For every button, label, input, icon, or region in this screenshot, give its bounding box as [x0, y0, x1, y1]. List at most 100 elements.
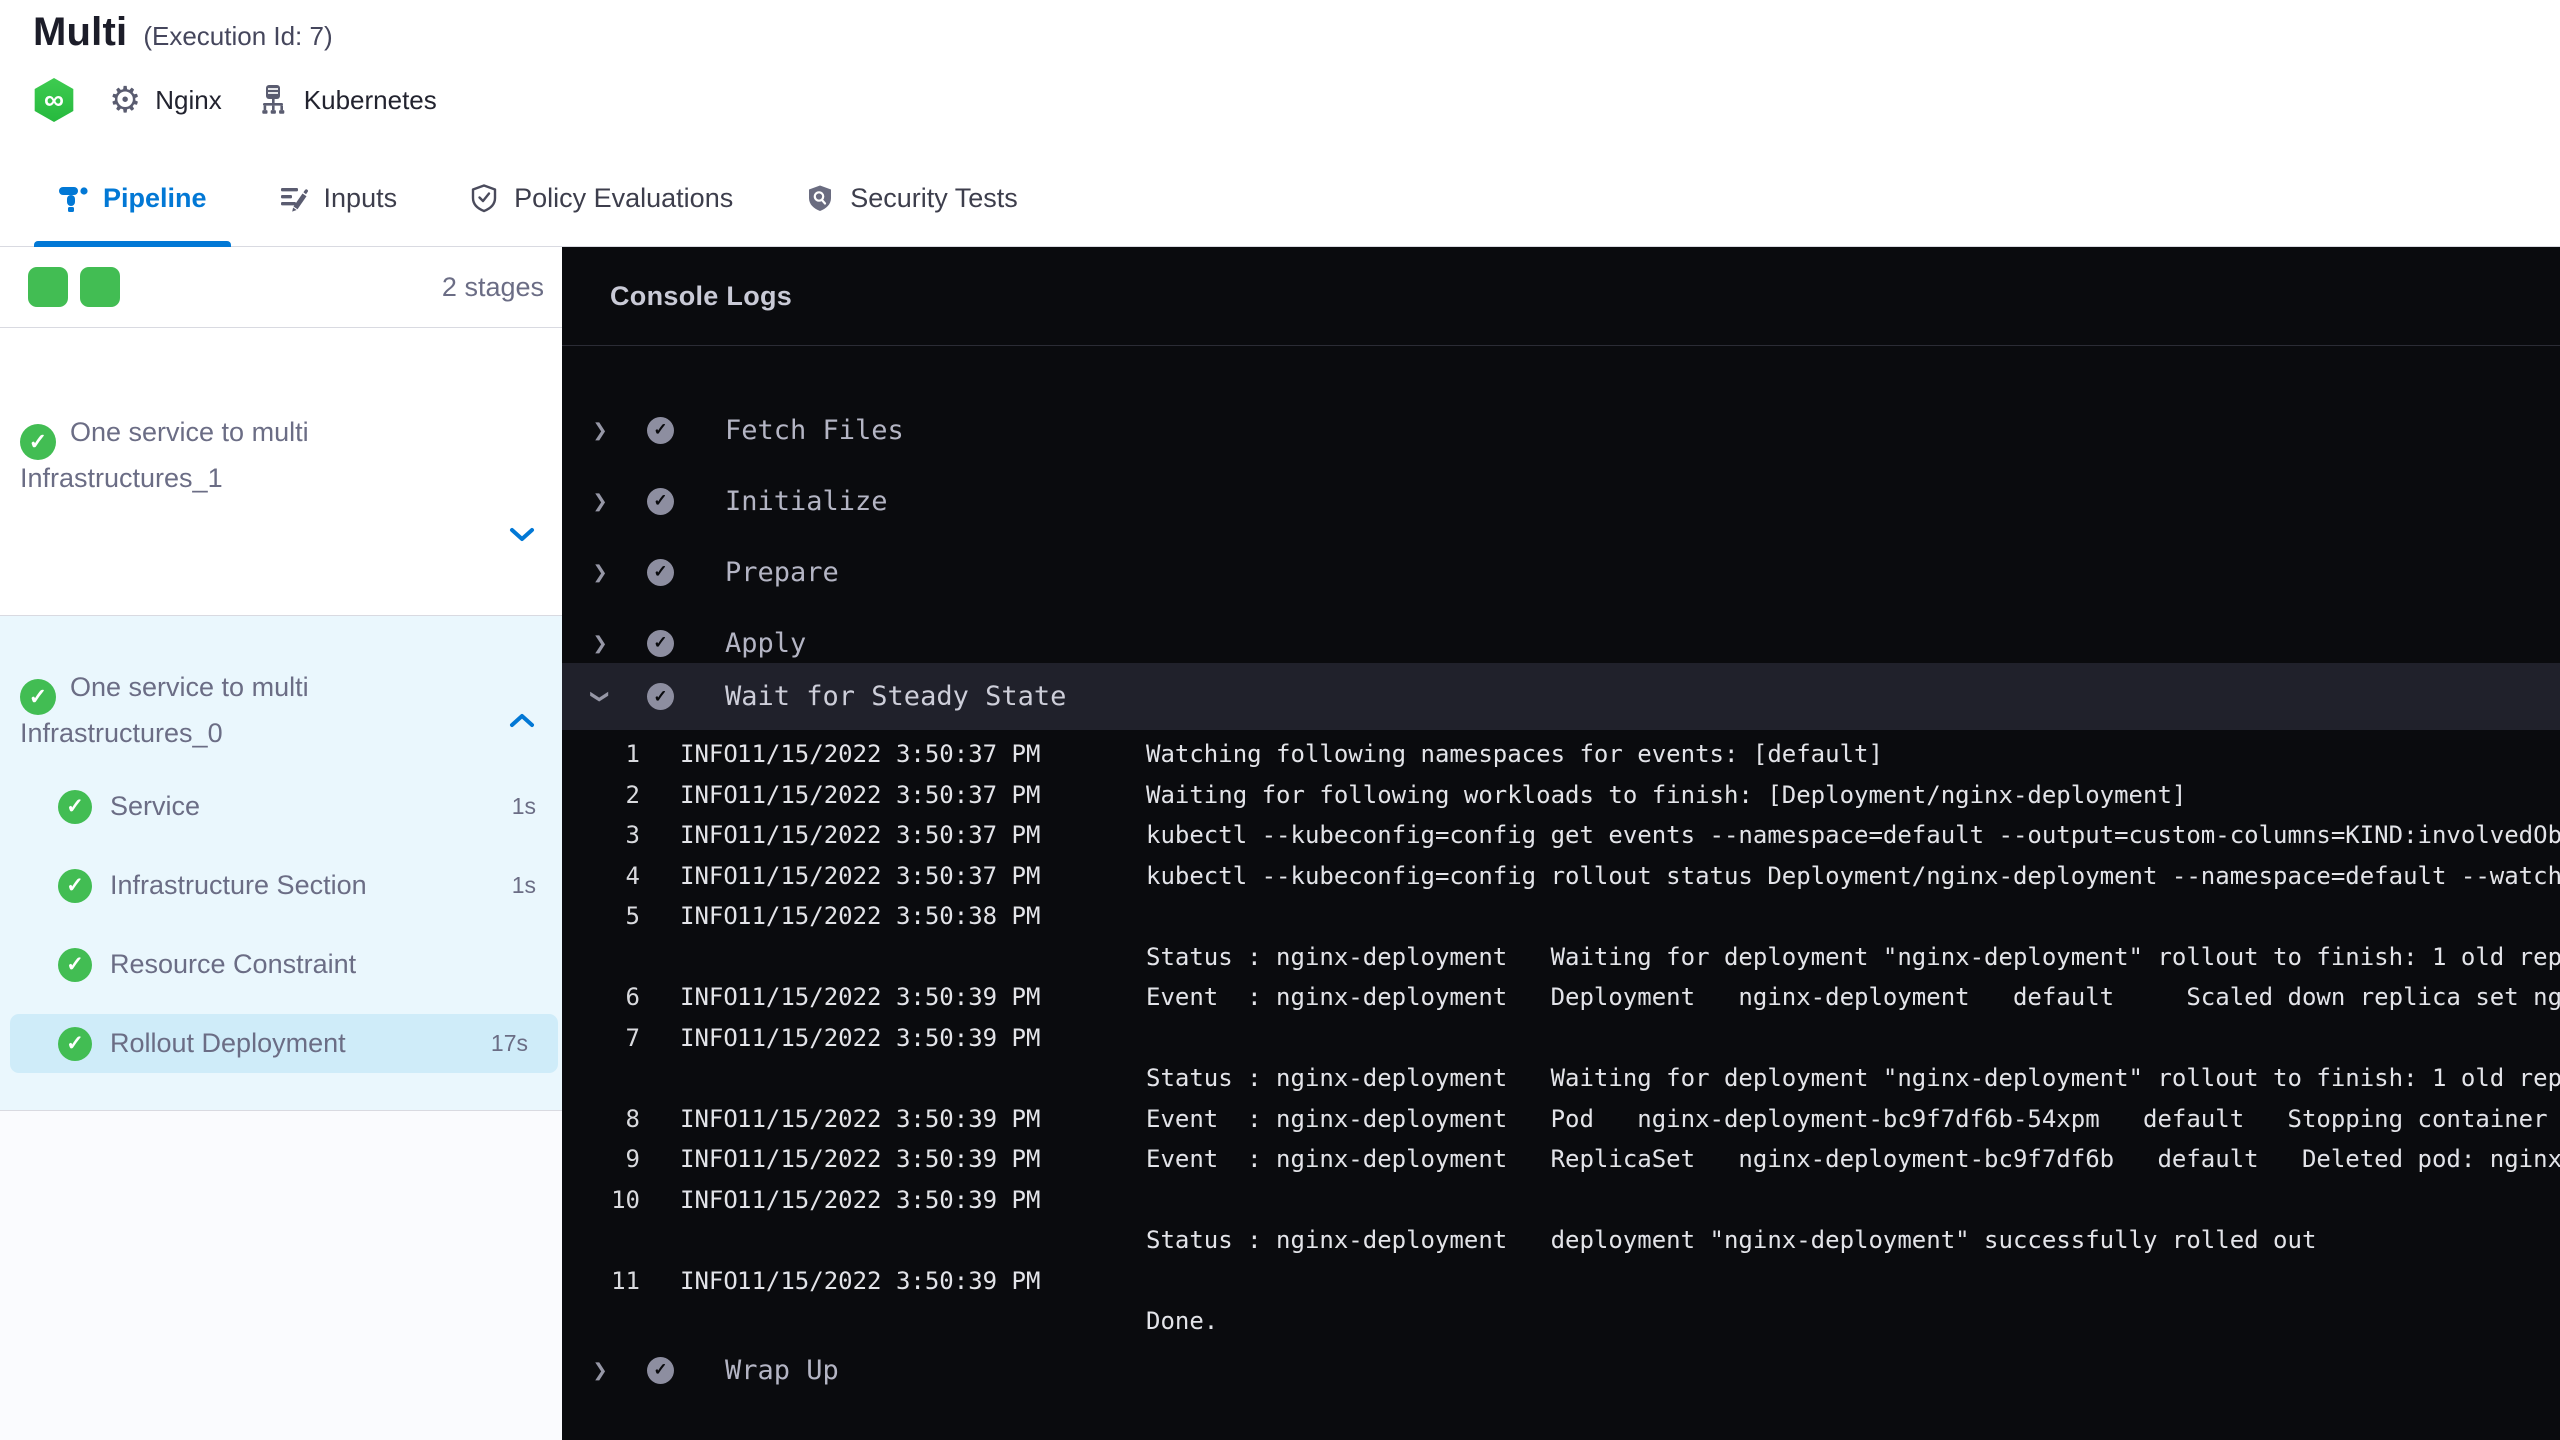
log-timestamp: 11/15/2022 3:50:37 PM — [737, 780, 1041, 809]
stage-count: 2 stages — [441, 271, 544, 302]
stage-name: ✓ One service to multi Infrastructures_1 — [20, 417, 309, 493]
log-line-number: 7 — [625, 1023, 640, 1052]
log-timestamp: 11/15/2022 3:50:37 PM — [737, 740, 1041, 768]
stage-section-infrastructures-0: ✓ One service to multi Infrastructures_0 … — [0, 616, 562, 1111]
policy-shield-icon — [471, 184, 497, 213]
stage-card-infrastructures-1[interactable]: ✓ One service to multi Infrastructures_1 — [0, 414, 562, 616]
page-header: Multi (Execution Id: 7) ∞ ⚙ Nginx Kubern… — [0, 0, 2560, 150]
harness-hexagon-icon: ∞ — [34, 78, 74, 122]
log-line: 10 INFO 11/15/2022 3:50:39 PM — [562, 1180, 2560, 1221]
log-level: INFO — [680, 1145, 738, 1173]
log-line-number: 10 — [611, 1185, 640, 1214]
stages-sidebar: 2 stages ✓ One service to multi Infrastru… — [0, 247, 562, 1440]
console-step-row[interactable]: ❯ ✓ Fetch Files — [562, 406, 2560, 454]
step-duration: 1s — [511, 872, 536, 898]
log-message: Watching following namespaces for events… — [1146, 740, 1883, 768]
log-message: Status : nginx-deployment Waiting for de… — [1146, 1064, 2560, 1092]
chevron-right-icon[interactable]: ❯ — [589, 562, 611, 583]
console-step-label: Initialize — [725, 485, 888, 517]
log-line-number: 3 — [625, 821, 640, 849]
environment-label: Kubernetes — [303, 84, 437, 115]
pipeline-step-row-content: ✓ Service 1s — [58, 789, 542, 824]
log-message: Done. — [1146, 1307, 1219, 1335]
pipeline-step-row[interactable]: ✓ Infrastructure Section 1s — [0, 846, 562, 925]
console-step-row[interactable]: ❯ ✓ Initialize — [562, 477, 2560, 525]
pipeline-meta-row: ∞ ⚙ Nginx Kubernetes — [33, 78, 437, 122]
chevron-right-icon[interactable]: ❯ — [589, 633, 611, 654]
pipeline-step-row[interactable]: ✓ Rollout Deployment 17s — [0, 1004, 562, 1083]
inputs-icon — [280, 188, 308, 212]
log-line: 6 INFO 11/15/2022 3:50:39 PM Event : nginx-… — [562, 977, 2560, 1018]
log-line-number: 1 — [625, 740, 640, 768]
infinity-glyph: ∞ — [44, 84, 64, 115]
log-message: Status : nginx-deployment deployment "ng… — [1146, 1226, 2317, 1254]
chevron-down-icon[interactable]: ❯ — [590, 686, 611, 708]
success-check-icon: ✓ — [20, 679, 56, 715]
log-line: 4 INFO 11/15/2022 3:50:37 PM kubectl --kube… — [562, 856, 2560, 897]
success-check-icon: ✓ — [58, 789, 92, 824]
log-level: INFO — [680, 740, 738, 768]
success-check-icon: ✓ — [58, 947, 92, 982]
service-label: Nginx — [155, 84, 222, 115]
console-panel: ❯ ✓ Fetch Files ❯ ✓ Initialize ❯ ✓ Prepare ❯ ✓ Appl… — [562, 247, 2560, 1440]
log-timestamp: 11/15/2022 3:50:38 PM — [737, 902, 1041, 930]
step-success-icon: ✓ — [647, 683, 674, 710]
stage-steps-list: ✓ Service 1s ✓ Infrastructure Section 1s ✓ Reso… — [0, 767, 562, 1083]
console-step-label: Apply — [725, 627, 807, 659]
stage-status-square — [80, 267, 120, 307]
log-level: INFO — [680, 861, 738, 890]
sidebar-empty-area — [0, 1111, 562, 1440]
console-step-row[interactable]: ❯ ✓ Wrap Up — [562, 1346, 2560, 1394]
tab-policy-evaluations[interactable]: Policy Evaluations — [433, 150, 769, 246]
console-step-label: Wrap Up — [725, 1354, 839, 1386]
log-line-number: 2 — [625, 780, 640, 809]
console-title: Console Logs — [610, 280, 793, 311]
chevron-right-icon[interactable]: ❯ — [589, 1360, 611, 1381]
tab-security-tests[interactable]: Security Tests — [769, 150, 1054, 246]
log-message: Event : nginx-deployment Pod nginx-deplo… — [1146, 1104, 2548, 1133]
success-check-icon: ✓ — [58, 868, 92, 903]
step-success-icon: ✓ — [647, 416, 674, 444]
console-log-area: ❯ ✓ Fetch Files ❯ ✓ Initialize ❯ ✓ Prepare ❯ ✓ Appl… — [562, 247, 2560, 1440]
console-step-label: Wait for Steady State — [725, 681, 1067, 712]
tab-label: Policy Evaluations — [514, 182, 734, 213]
log-timestamp: 11/15/2022 3:50:37 PM — [737, 821, 1041, 849]
execution-tabs: Pipeline Inputs Policy Evaluations Secur… — [0, 150, 2560, 247]
pipeline-execution-page: Multi (Execution Id: 7) ∞ ⚙ Nginx Kubern… — [0, 0, 2560, 1440]
log-line: 3 INFO 11/15/2022 3:50:37 PM kubectl --kube… — [562, 815, 2560, 856]
log-line-number: 4 — [625, 861, 640, 890]
chevron-right-icon[interactable]: ❯ — [589, 491, 611, 512]
step-success-icon: ✓ — [647, 629, 674, 657]
console-step-row[interactable]: ❯ ✓ Wait for Steady State — [562, 663, 2560, 730]
tab-inputs[interactable]: Inputs — [243, 150, 434, 246]
log-line-number: 5 — [625, 902, 640, 930]
log-message: Waiting for following workloads to finis… — [1146, 780, 2187, 809]
console-step-row[interactable]: ❯ ✓ Prepare — [562, 548, 2560, 596]
log-line-number: 9 — [625, 1145, 640, 1173]
tab-label: Security Tests — [850, 182, 1018, 213]
log-line: 1 INFO 11/15/2022 3:50:37 PM Watching follo… — [562, 734, 2560, 775]
stage-card-infrastructures-0[interactable]: ✓ One service to multi Infrastructures_0 — [0, 616, 562, 751]
step-success-icon: ✓ — [647, 558, 674, 586]
log-line: 11 INFO 11/15/2022 3:50:39 PM — [562, 1261, 2560, 1302]
step-label: Service — [110, 791, 201, 821]
log-timestamp: 11/15/2022 3:50:39 PM — [737, 983, 1041, 1011]
pipeline-step-row[interactable]: ✓ Service 1s — [0, 767, 562, 846]
chevron-up-icon[interactable] — [508, 711, 536, 729]
console-header: Console Logs — [562, 247, 2560, 346]
log-level: INFO — [680, 1185, 738, 1214]
pipeline-step-row[interactable]: ✓ Resource Constraint — [0, 925, 562, 1004]
service-chip-nginx[interactable]: ⚙ Nginx — [109, 82, 222, 118]
environment-chip-kubernetes[interactable]: Kubernetes — [256, 83, 437, 117]
success-check-icon: ✓ — [58, 1026, 92, 1061]
step-duration: 1s — [511, 793, 536, 819]
log-level: INFO — [680, 983, 738, 1011]
pipeline-icon — [59, 187, 88, 212]
log-line: Status : nginx-deployment Waiting for de… — [562, 1058, 2560, 1099]
console-step-row[interactable]: ❯ ✓ Apply — [562, 619, 2560, 667]
chevron-right-icon[interactable]: ❯ — [589, 420, 611, 441]
chevron-down-icon[interactable] — [508, 526, 536, 544]
page-title: Multi — [33, 10, 128, 54]
tab-pipeline[interactable]: Pipeline — [22, 150, 243, 247]
stages-summary: 2 stages — [0, 247, 562, 328]
